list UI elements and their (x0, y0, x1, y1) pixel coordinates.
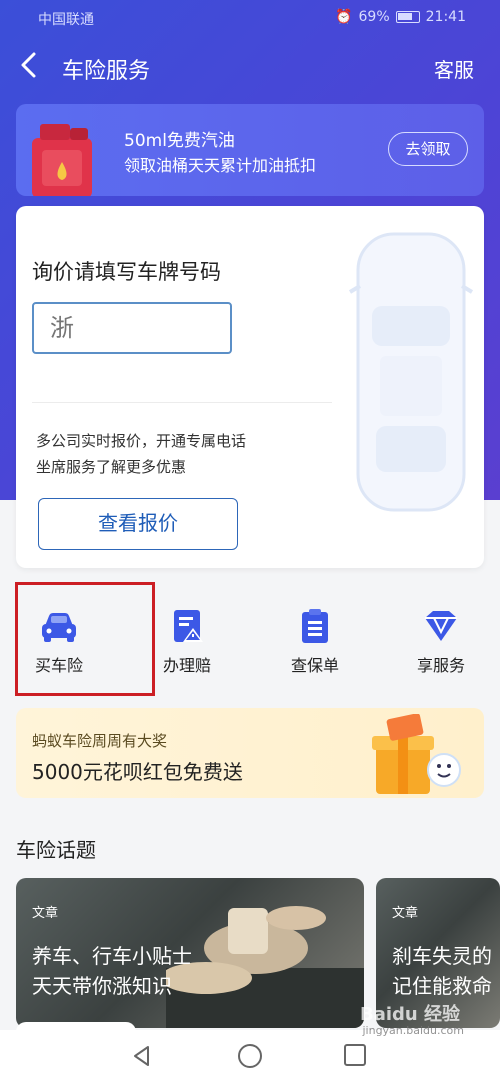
quote-description-line2: 坐席服务了解更多优惠 (36, 458, 187, 476)
gift-box-icon (372, 714, 461, 794)
claim-oil-button[interactable]: 去领取 (388, 132, 468, 166)
oil-promo-banner[interactable]: 50ml免费汽油 领取油桶天天累计加油抵扣 去领取 (16, 104, 484, 196)
page-title: 车险服务 (62, 59, 151, 84)
quote-heading: 询价请填写车牌号码 (32, 260, 221, 284)
menu-item-label: 办理赔 (162, 656, 211, 675)
nav-home-icon[interactable] (238, 1044, 262, 1068)
carrier-label: 中国联通 (38, 12, 94, 28)
back-button[interactable] (18, 50, 48, 84)
article-card[interactable]: 文章 养车、行车小贴士 天天带你涨知识 (16, 878, 364, 1028)
nav-back-icon[interactable] (130, 1044, 154, 1068)
battery-icon (395, 11, 420, 23)
app-header: 车险服务 客服 (0, 44, 500, 90)
article-title-line1: 养车、行车小贴士 (32, 944, 192, 968)
lottery-promo-banner[interactable]: 蚂蚁车险周周有大奖 5000元花呗红包免费送 (16, 708, 484, 798)
claim-icon (174, 610, 203, 642)
engine-image-icon (166, 906, 364, 1028)
view-quote-button[interactable]: 查看报价 (38, 498, 238, 550)
status-bar: 中国联通 ⏰ 69% 21:41 (0, 0, 500, 36)
oil-banner-title: 50ml免费汽油 (124, 131, 235, 151)
plate-number-input[interactable] (32, 302, 232, 354)
quote-description-line1: 多公司实时报价，开通专属电话 (36, 432, 247, 450)
customer-service-button[interactable]: 客服 (434, 54, 474, 83)
divider (32, 402, 332, 403)
system-nav-bar: jingyan.baidu.com (0, 1024, 500, 1083)
oil-banner-subtitle: 领取油桶天天累计加油抵扣 (124, 156, 317, 175)
diamond-icon (425, 611, 457, 641)
article-title-line1: 刹车失灵的 (392, 944, 492, 968)
section-title: 车险话题 (16, 838, 96, 862)
article-title-line2: 记住能救命 (392, 974, 492, 998)
menu-item-label: 查保单 (290, 656, 339, 675)
watermark: Baidu 经验 (359, 1004, 460, 1025)
oil-can-icon (32, 124, 92, 196)
menu-item-label: 享服务 (416, 656, 465, 675)
chevron-left-icon (21, 52, 36, 78)
article-tag: 文章 (32, 906, 59, 921)
menu-item-service[interactable]: 享服务 (386, 594, 496, 684)
time-label: 21:41 (425, 9, 466, 25)
policy-icon (302, 609, 328, 643)
alarm-icon: ⏰ (335, 9, 353, 25)
nav-recent-icon[interactable] (344, 1044, 366, 1066)
status-right: ⏰ 69% 21:41 (335, 9, 466, 25)
article-tag: 文章 (392, 906, 419, 921)
battery-label: 69% (358, 9, 390, 25)
promo-subtitle: 蚂蚁车险周周有大奖 (32, 732, 168, 750)
highlight-box (15, 582, 155, 696)
watermark-url: jingyan.baidu.com (362, 1024, 464, 1037)
menu-item-policy[interactable]: 查保单 (260, 594, 370, 684)
car-illustration-icon (348, 232, 474, 512)
promo-title: 5000元花呗红包免费送 (32, 760, 243, 784)
quote-card: 询价请填写车牌号码 多公司实时报价，开通专属电话 坐席服务了解更多优惠 查看报价 (16, 206, 484, 568)
article-title-line2: 天天带你涨知识 (32, 974, 172, 998)
